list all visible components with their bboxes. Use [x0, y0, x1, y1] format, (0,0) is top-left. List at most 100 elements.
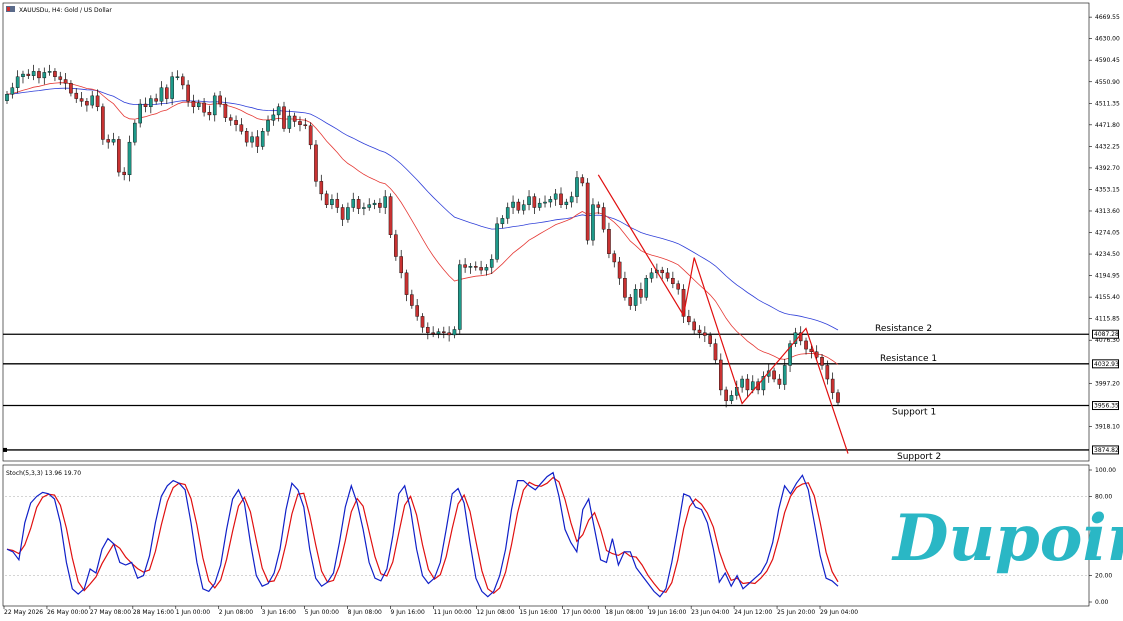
candle-body — [495, 223, 499, 260]
candle-body — [575, 177, 579, 197]
candle-body — [830, 378, 835, 393]
time-tick-label: 3 Jun 16:00 — [262, 609, 296, 616]
candle-body — [191, 101, 196, 107]
candle-body — [516, 201, 521, 211]
candle-body — [415, 305, 419, 317]
candle-body — [106, 139, 111, 143]
candle-body — [74, 92, 79, 99]
price-tick-label: 3997.20 — [1095, 380, 1120, 387]
candle-body — [260, 131, 265, 147]
candle-body — [15, 76, 20, 88]
candle-body — [372, 202, 377, 205]
candle-body — [47, 71, 52, 73]
candle-body — [447, 332, 451, 336]
candle-body — [271, 114, 276, 121]
candle-body — [234, 120, 238, 125]
candle-body — [186, 84, 190, 102]
level-label: Resistance 1 — [880, 354, 937, 364]
candle-body — [671, 278, 675, 284]
price-tick-label: 4511.35 — [1095, 100, 1120, 107]
level-label: Support 2 — [897, 452, 941, 462]
candle-body — [623, 278, 627, 298]
candle-body — [356, 199, 361, 209]
candle-body — [314, 144, 318, 182]
candle-body — [500, 218, 505, 225]
candle-body — [90, 95, 95, 106]
price-tick-label: 4550.90 — [1095, 79, 1120, 86]
candle-body — [473, 266, 478, 268]
candle-body — [457, 264, 462, 330]
chart-canvas: XAUUSDu, H4: Gold / US Dollar 4669.55 463… — [2, 2, 1123, 616]
candle-body — [180, 76, 185, 86]
candle-body — [644, 278, 649, 298]
time-tick-label: 23 Jun 04:00 — [691, 609, 729, 616]
candle-body — [196, 102, 201, 107]
candle-body — [628, 297, 633, 306]
candle-body — [101, 106, 105, 140]
candle-body — [202, 102, 206, 113]
stoch-tick-label: 80.00 — [1095, 493, 1112, 500]
candle-body — [596, 204, 601, 208]
candle-body — [782, 365, 787, 385]
candle-body — [489, 259, 494, 268]
price-tick-label: 4432.25 — [1095, 143, 1120, 150]
candle-body — [244, 131, 249, 143]
candle-body — [532, 196, 537, 208]
candle-body — [159, 87, 164, 102]
candle-body — [298, 121, 302, 125]
candle-body — [665, 272, 670, 279]
time-tick-label: 25 Jun 20:00 — [777, 609, 815, 616]
time-tick-label: 22 May 2026 — [4, 609, 43, 616]
candle-body — [537, 202, 542, 208]
candle-body — [633, 288, 638, 306]
candle-body — [569, 196, 574, 203]
candle-body — [719, 359, 723, 391]
candle-body — [410, 294, 414, 306]
candle-body — [239, 124, 244, 132]
candle-body — [58, 76, 63, 80]
candle-body — [63, 79, 68, 84]
candle-body — [703, 332, 707, 336]
candle-body — [308, 125, 313, 146]
candle-body — [527, 196, 531, 205]
level-badge-label: 4087.28 — [1094, 331, 1119, 338]
candle-body — [601, 207, 606, 230]
candle-body — [367, 204, 372, 208]
candle-body — [772, 370, 776, 380]
candle-body — [53, 71, 57, 77]
candle-body — [740, 378, 744, 388]
candle-body — [591, 204, 595, 241]
candle-body — [143, 103, 148, 107]
candle-body — [394, 234, 398, 257]
price-tick-label: 4630.00 — [1095, 36, 1120, 43]
price-tick-label: 4313.60 — [1095, 208, 1120, 215]
candle-body — [362, 207, 366, 209]
candle-body — [69, 83, 73, 94]
price-tick-label: 4155.40 — [1095, 294, 1120, 301]
candle-body — [553, 193, 558, 200]
candle-body — [452, 329, 457, 336]
time-tick-label: 26 May 00:00 — [47, 609, 88, 616]
level-label: Support 1 — [892, 408, 936, 418]
candle-body — [585, 182, 590, 241]
time-tick-label: 5 Jun 00:00 — [305, 609, 339, 616]
candle-body — [276, 106, 281, 116]
candle-body — [426, 327, 430, 333]
candle-body — [292, 115, 297, 122]
candle-body — [266, 120, 270, 132]
candle-body — [351, 199, 356, 208]
level-badge-label: 3956.35 — [1094, 403, 1119, 410]
candle-body — [399, 256, 403, 274]
candle-body — [836, 392, 840, 403]
candle-body — [26, 73, 31, 76]
candle-body — [37, 71, 41, 79]
time-tick-label: 18 Jun 08:00 — [605, 609, 643, 616]
candle-body — [79, 98, 84, 102]
candle-body — [436, 331, 441, 335]
level-label: Resistance 2 — [875, 324, 932, 334]
candle-body — [639, 288, 643, 298]
time-tick-label: 29 Jun 04:00 — [820, 609, 858, 616]
candle-body — [340, 207, 345, 220]
candle-body — [127, 141, 132, 176]
candle-body — [255, 136, 260, 147]
